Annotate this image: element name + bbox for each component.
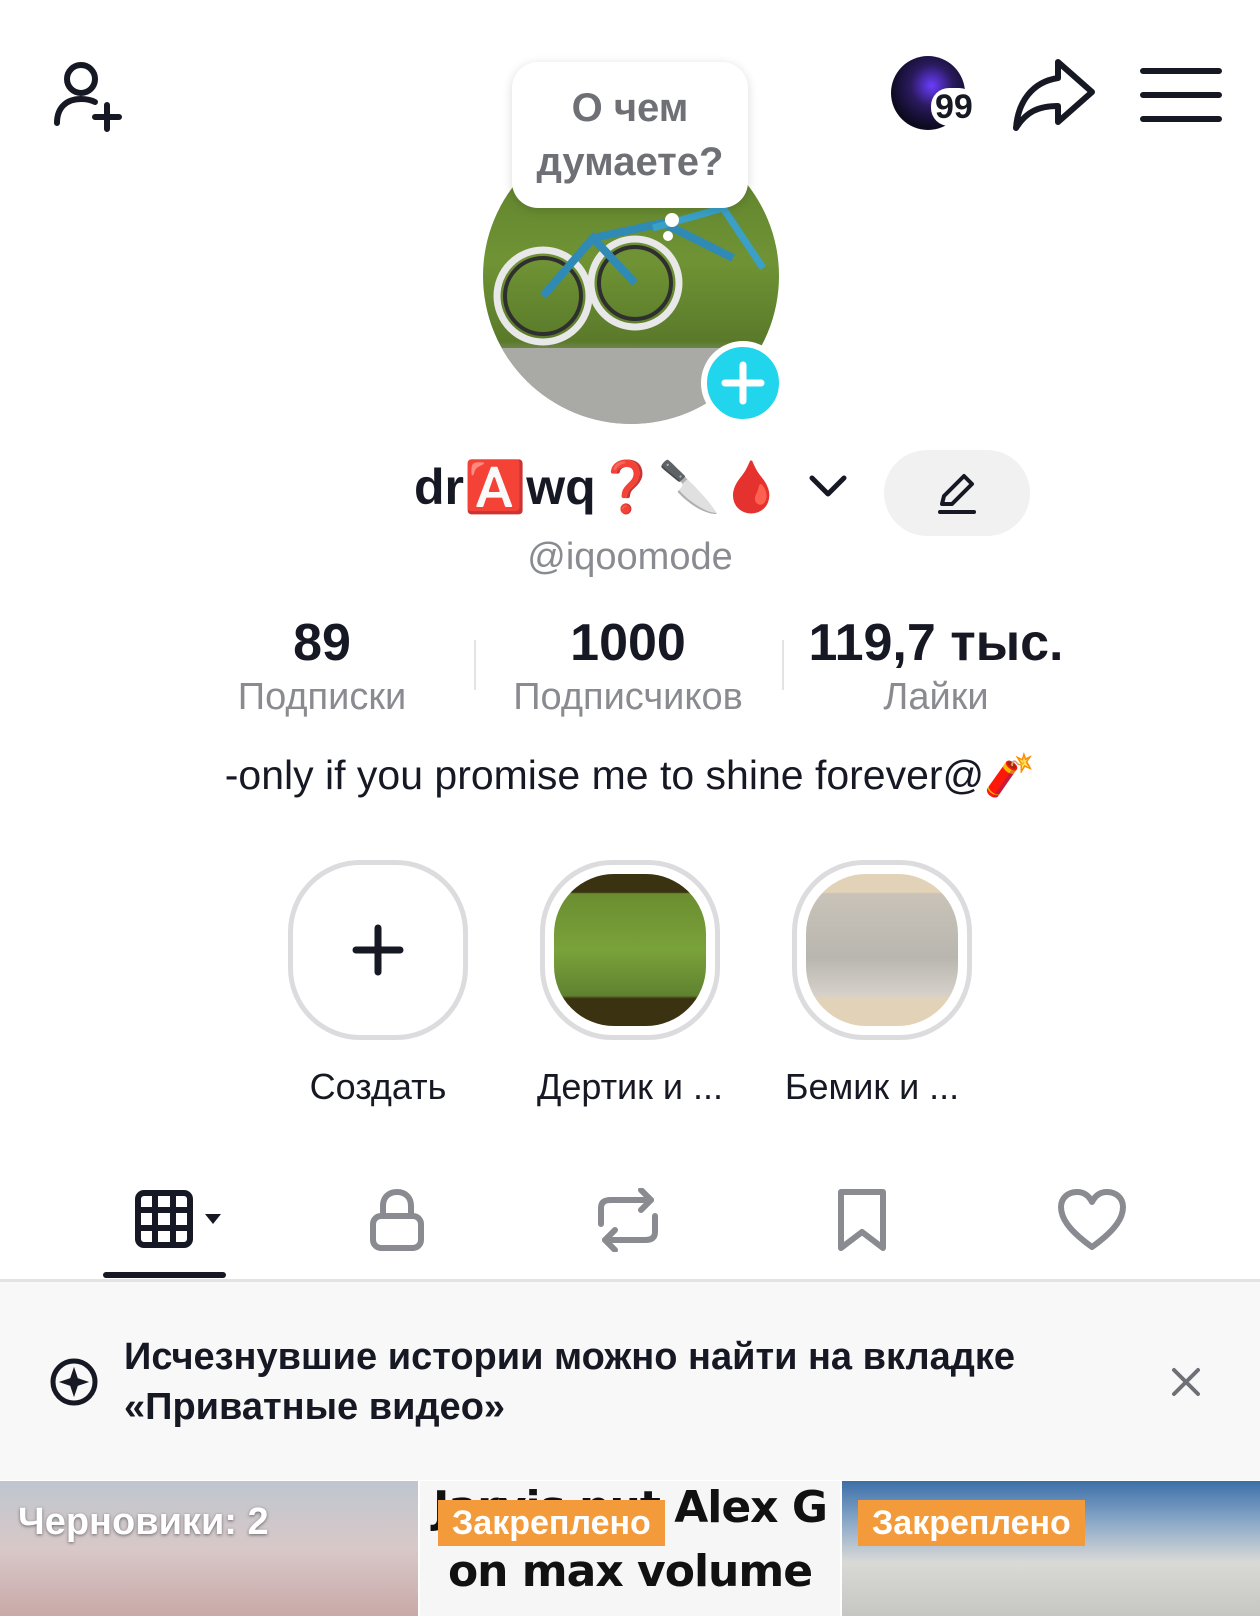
add-story-button[interactable] [701, 341, 785, 425]
tab-reposts[interactable] [568, 1185, 688, 1255]
edit-profile-button[interactable] [884, 450, 1030, 536]
videos-grid-icon [135, 1190, 221, 1248]
following-label: Подписки [237, 676, 407, 718]
tab-private[interactable] [337, 1185, 457, 1255]
heart-icon [1058, 1189, 1126, 1250]
repost-icon [598, 1188, 658, 1252]
share-button[interactable] [1010, 54, 1098, 134]
highlight-label: Бемик и ... [784, 1066, 960, 1107]
highlight-thumbnail [806, 874, 958, 1026]
stories-icon [48, 1356, 100, 1413]
profile-bio[interactable]: -only if you promise me to shine forever… [0, 752, 1260, 800]
followers-count: 1000 [570, 614, 686, 672]
active-tab-indicator [103, 1272, 226, 1278]
notifications-badge: 99 [931, 88, 977, 126]
highlight-label: Дертик и ... [536, 1066, 724, 1107]
plus-icon [721, 361, 765, 405]
stat-divider [474, 640, 476, 690]
likes-stat[interactable]: 119,7 тыс. Лайки [786, 612, 1086, 720]
tab-liked[interactable] [1032, 1185, 1152, 1255]
pinned-badge: Закреплено [438, 1500, 665, 1546]
share-arrow-icon [1013, 59, 1095, 131]
username-handle: @iqoomode [527, 536, 733, 578]
tab-saved[interactable] [802, 1185, 922, 1255]
bookmark-icon [838, 1189, 886, 1251]
create-highlight-button[interactable] [288, 860, 468, 1040]
bubble-tail-dots [663, 213, 679, 241]
drafts-label: Черновики: 2 [18, 1501, 269, 1543]
close-icon [1172, 1368, 1200, 1396]
highlight-label: Создать [309, 1066, 447, 1107]
plus-icon [352, 924, 404, 976]
followers-label: Подписчиков [513, 676, 743, 718]
close-banner-button[interactable] [1166, 1362, 1206, 1402]
likes-label: Лайки [883, 676, 989, 718]
following-stat[interactable]: 89 Подписки [172, 612, 472, 720]
add-friend-button[interactable] [44, 52, 130, 138]
display-name[interactable]: dr🅰️wq❓🔪🩸 [414, 458, 782, 517]
menu-button[interactable] [1136, 58, 1226, 132]
following-count: 89 [293, 614, 351, 672]
banner-message: Исчезнувшие истории можно найти на вклад… [124, 1336, 1016, 1428]
highlight-item[interactable] [792, 860, 972, 1040]
person-plus-icon [54, 62, 122, 132]
chevron-down-icon [809, 475, 847, 497]
account-switch-button[interactable] [808, 472, 848, 507]
status-bubble[interactable]: О чем думаете? [512, 62, 748, 208]
stat-divider [782, 640, 784, 690]
likes-count: 119,7 тыс. [808, 614, 1064, 672]
tab-videos[interactable] [120, 1185, 230, 1255]
pinned-badge: Закреплено [858, 1500, 1085, 1546]
highlight-item[interactable] [540, 860, 720, 1040]
lock-icon [370, 1188, 424, 1251]
pencil-icon [938, 474, 976, 514]
hamburger-menu-icon [1140, 68, 1222, 122]
followers-stat[interactable]: 1000 Подписчиков [478, 612, 778, 720]
highlight-thumbnail [554, 874, 706, 1026]
status-bubble-text: О чем думаете? [536, 86, 724, 184]
